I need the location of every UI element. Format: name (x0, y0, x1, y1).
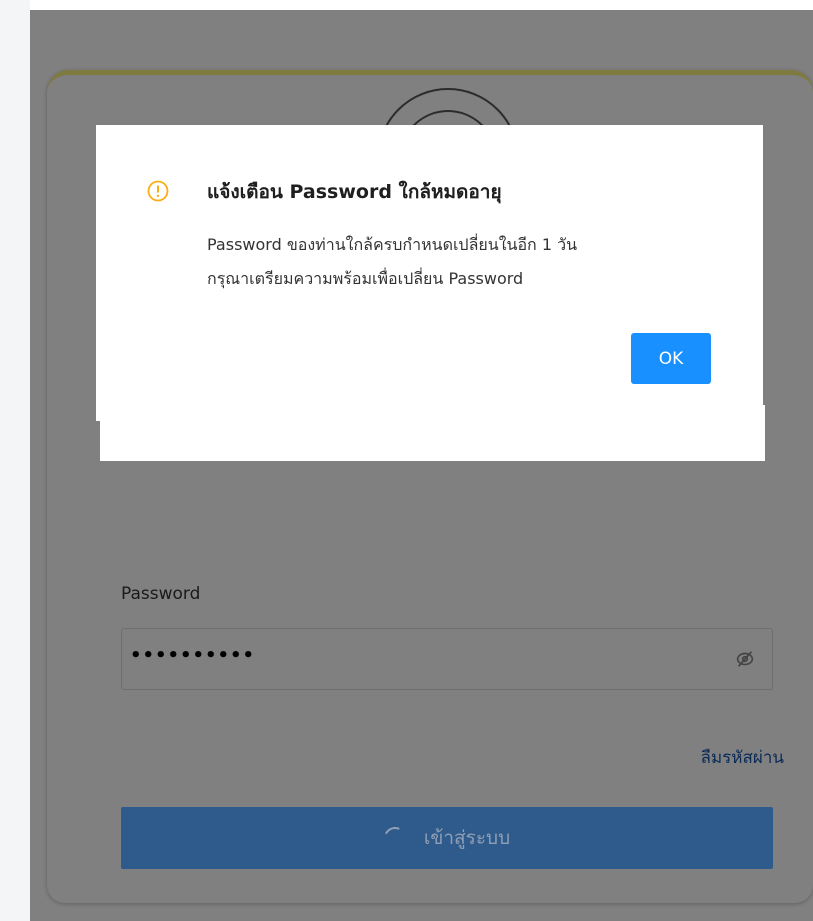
modal-message-line1: Password ของท่านใกล้ครบกำหนดเปลี่ยนในอีก… (207, 235, 578, 254)
password-input[interactable]: •••••••••• (121, 628, 773, 690)
ok-button[interactable]: OK (631, 333, 711, 384)
password-value: •••••••••• (130, 645, 256, 666)
login-button-label: เข้าสู่ระบบ (423, 827, 511, 849)
password-label: Password (121, 584, 201, 604)
page-top-bar (30, 0, 813, 10)
loading-spinner-icon (380, 823, 409, 853)
login-button[interactable]: เข้าสู่ระบบ (121, 807, 773, 869)
forgot-password-link[interactable]: ลืมรหัสผ่าน (701, 744, 784, 771)
left-sidebar-strip (0, 0, 30, 921)
modal-message-line2: กรุณาเตรียมความพร้อมเพื่อเปลี่ยน Passwor… (207, 269, 524, 288)
warning-circle-icon (147, 180, 169, 202)
password-expiry-modal: แจ้งเตือน Password ใกล้หมดอายุ Password … (96, 125, 763, 421)
modal-title: แจ้งเตือน Password ใกล้หมดอายุ (207, 181, 502, 203)
eye-slash-icon[interactable] (734, 648, 756, 670)
